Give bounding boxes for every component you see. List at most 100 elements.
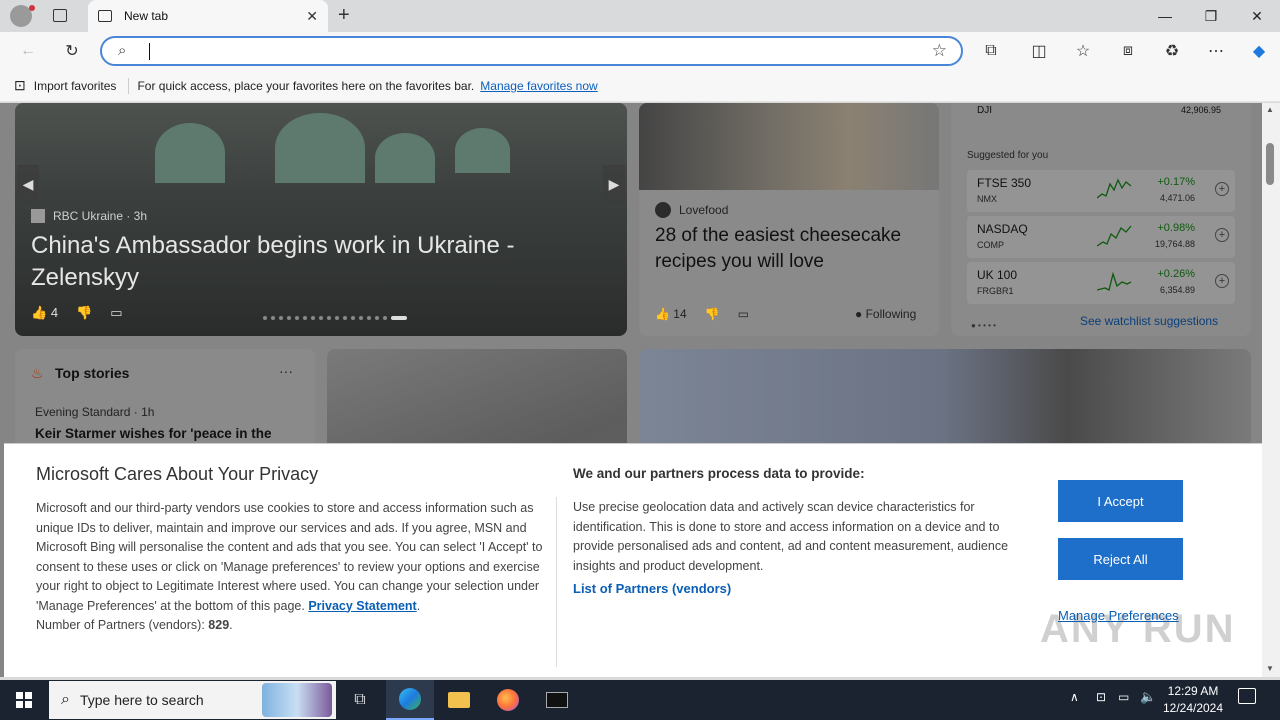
profile-badge: [29, 5, 35, 11]
suggested-label: Suggested for you: [967, 150, 1049, 161]
network-icon[interactable]: ⊡: [1096, 690, 1106, 704]
taskbar-clock[interactable]: 12:29 AM 12/24/2024: [1160, 683, 1226, 717]
stock-exchange: COMP: [977, 240, 1004, 250]
following-badge[interactable]: ● Following: [855, 307, 916, 321]
clock-time: 12:29 AM: [1167, 684, 1219, 698]
hero-actions: 👍 4 👎 ▭: [31, 305, 123, 321]
carousel-dots[interactable]: [263, 316, 407, 320]
split-screen-icon[interactable]: ◫: [1023, 35, 1055, 67]
stock-row[interactable]: UK 100 FRGBR1 +0.26% 6,354.89 +: [967, 262, 1235, 304]
collections-icon[interactable]: ⧈: [1112, 35, 1144, 67]
data-purposes-title: We and our partners process data to prov…: [573, 466, 865, 481]
image-dome: [375, 133, 435, 183]
search-icon: ⌕: [61, 691, 70, 708]
partners-count: 829: [208, 618, 230, 632]
scroll-up-icon[interactable]: ▲: [1266, 105, 1274, 114]
add-to-watchlist-button[interactable]: +: [1215, 182, 1229, 196]
tab-actions-icon[interactable]: [53, 9, 67, 22]
cheesecake-image: [639, 103, 939, 190]
text-caret: [149, 43, 150, 60]
import-icon: ⊡: [14, 77, 26, 93]
divider: [128, 77, 130, 94]
refresh-button[interactable]: ↻: [56, 35, 88, 67]
performance-icon[interactable]: ♻: [1156, 35, 1188, 67]
more-menu-icon[interactable]: ⋯: [1200, 35, 1232, 67]
tab-title: New tab: [124, 9, 169, 23]
stock-row[interactable]: FTSE 350 NMX +0.17% 4,471.06 +: [967, 170, 1235, 212]
firefox-icon[interactable]: [484, 680, 532, 720]
hero-card[interactable]: ◀ ▶ RBC Ukraine · 3h China's Ambassador …: [15, 103, 627, 336]
watchlist-link[interactable]: See watchlist suggestions: [1080, 314, 1218, 328]
food-source-label: Lovefood: [679, 203, 729, 217]
add-to-watchlist-button[interactable]: +: [1215, 228, 1229, 242]
like-button[interactable]: 👍 14: [655, 307, 687, 321]
carousel-next-button[interactable]: ▶: [603, 165, 625, 203]
start-button[interactable]: [0, 680, 48, 720]
data-purposes-body: Use precise geolocation data and activel…: [573, 500, 1009, 573]
taskbar-search[interactable]: ⌕ Type here to search: [49, 681, 336, 719]
manage-preferences-link[interactable]: Manage Preferences: [1058, 608, 1179, 623]
new-tab-button[interactable]: +: [338, 4, 350, 27]
stock-row[interactable]: NASDAQ COMP +0.98% 19,764.88 +: [967, 216, 1235, 258]
comment-icon[interactable]: ▭: [738, 307, 749, 321]
like-button[interactable]: 👍 4: [31, 305, 58, 321]
close-window-button[interactable]: ✕: [1234, 0, 1280, 32]
back-button[interactable]: ←: [12, 35, 44, 67]
hero-source: RBC Ukraine · 3h: [31, 209, 147, 223]
maximize-button[interactable]: ❐: [1188, 0, 1234, 32]
search-highlight-image: [262, 683, 332, 717]
tab-new-tab[interactable]: New tab ✕: [88, 0, 328, 32]
edge-taskbar-icon[interactable]: [386, 680, 434, 720]
dislike-icon[interactable]: 👎: [76, 305, 92, 321]
stock-name: UK 100: [977, 268, 1018, 282]
stock-price: 4,471.06: [1159, 193, 1195, 203]
accept-button[interactable]: I Accept: [1058, 480, 1183, 522]
add-to-watchlist-button[interactable]: +: [1215, 274, 1229, 288]
privacy-statement-link[interactable]: Privacy Statement: [308, 599, 416, 613]
copilot-icon[interactable]: ◆: [1243, 35, 1275, 67]
terminal-icon[interactable]: [533, 680, 581, 720]
task-view-icon[interactable]: ⧉: [336, 680, 384, 720]
address-bar[interactable]: ⌕ ☆: [100, 36, 963, 66]
privacy-body-text: Microsoft and our third-party vendors us…: [36, 501, 543, 613]
minimize-button[interactable]: —: [1142, 0, 1188, 32]
food-title[interactable]: 28 of the easiest cheesecake recipes you…: [655, 223, 925, 275]
image-dome: [155, 123, 225, 183]
favorites-message: For quick access, place your favorites h…: [137, 78, 475, 93]
reject-all-button[interactable]: Reject All: [1058, 538, 1183, 580]
comment-icon[interactable]: ▭: [110, 305, 122, 321]
hero-title[interactable]: China's Ambassador begins work in Ukrain…: [31, 230, 531, 294]
scroll-down-icon[interactable]: ▼: [1266, 664, 1274, 673]
favorite-star-icon[interactable]: ☆: [932, 41, 947, 61]
notifications-icon[interactable]: [1238, 688, 1256, 704]
file-explorer-icon[interactable]: [435, 680, 483, 720]
more-options-button[interactable]: ···: [279, 363, 293, 379]
stocks-pager-dots[interactable]: ● • • • •: [971, 321, 996, 330]
volume-icon[interactable]: 🔈: [1140, 689, 1156, 705]
newtab-icon: [98, 10, 112, 22]
scroll-thumb[interactable]: [1266, 143, 1274, 185]
list-of-partners-link[interactable]: List of Partners (vendors): [573, 581, 731, 596]
sparkline: [1097, 178, 1132, 199]
close-tab-icon[interactable]: ✕: [306, 8, 318, 25]
clock-date: 12/24/2024: [1162, 701, 1224, 715]
stocks-card[interactable]: DJI 42,906.95 Suggested for you FTSE 350…: [951, 103, 1251, 336]
privacy-body: Microsoft and our third-party vendors us…: [36, 501, 543, 632]
extensions-icon[interactable]: ⧉: [975, 35, 1007, 67]
manage-favorites-link[interactable]: Manage favorites now: [480, 79, 597, 93]
divider: [556, 497, 557, 667]
tray-chevron-icon[interactable]: ∧: [1070, 690, 1079, 704]
food-card[interactable]: Lovefood 28 of the easiest cheesecake re…: [639, 103, 939, 336]
import-favorites[interactable]: Import favorites: [34, 79, 117, 93]
ethernet-icon[interactable]: ▭: [1118, 690, 1129, 704]
favorites-icon[interactable]: ☆: [1067, 35, 1099, 67]
page-scrollbar[interactable]: ▲ ▼: [1262, 103, 1280, 677]
privacy-consent-banner: Microsoft Cares About Your Privacy Micro…: [4, 443, 1262, 677]
food-source: Lovefood: [655, 202, 728, 218]
stock-price: 19,764.88: [1154, 239, 1195, 249]
following-label: Following: [865, 307, 917, 321]
dislike-icon[interactable]: 👎: [705, 307, 720, 321]
partners-label: Number of Partners (vendors):: [36, 618, 205, 632]
carousel-prev-button[interactable]: ◀: [17, 165, 39, 203]
story-title[interactable]: Keir Starmer wishes for 'peace in the: [35, 426, 272, 441]
